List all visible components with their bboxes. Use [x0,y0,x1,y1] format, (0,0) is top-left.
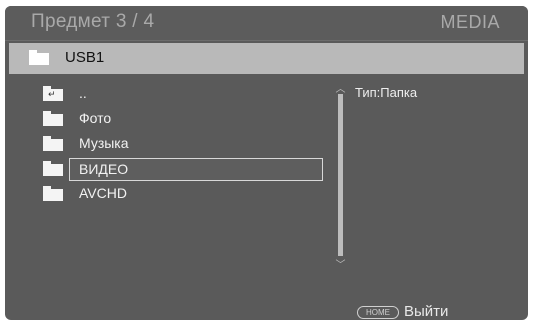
scroll-up-arrow-icon[interactable]: ︿ [334,80,347,95]
list-item-label: Фото [79,110,112,126]
list-item-music[interactable]: Музыка [33,132,328,156]
folder-icon [43,161,63,176]
list-item-parent[interactable]: ↵ .. [33,82,328,106]
home-button-icon: HOME [357,306,399,319]
scrollbar[interactable] [338,94,343,256]
list-item-label: .. [79,85,87,101]
folder-icon [43,136,63,151]
list-item-label: Музыка [79,135,129,151]
media-browser-screen: Предмет 3 / 4 MEDIA USB1 ↵ .. Фото Музык… [5,6,528,320]
exit-label: Выйти [404,303,449,320]
folder-icon [29,50,49,65]
item-counter-title: Предмет 3 / 4 [31,11,155,32]
item-type-info: Тип:Папка [355,85,418,100]
list-item-avchd[interactable]: AVCHD [33,182,328,206]
list-item-photo[interactable]: Фото [33,107,328,131]
list-item-label: AVCHD [79,185,127,201]
folder-up-icon: ↵ [43,86,63,101]
current-path-bar: USB1 [9,43,524,74]
folder-icon [43,186,63,201]
list-item-video-icon-cell[interactable] [33,157,69,181]
scroll-down-arrow-icon[interactable]: ﹀ [334,256,347,271]
list-item-label: ВИДЕО [79,161,129,177]
current-path-label: USB1 [65,49,105,66]
folder-icon [43,111,63,126]
file-list: ↵ .. Фото Музыка ВИДЕО AVCHD [5,82,335,232]
header-bar: Предмет 3 / 4 MEDIA [5,6,528,41]
mode-label: MEDIA [440,12,500,32]
list-item-video-selected[interactable]: ВИДЕО [69,158,323,181]
